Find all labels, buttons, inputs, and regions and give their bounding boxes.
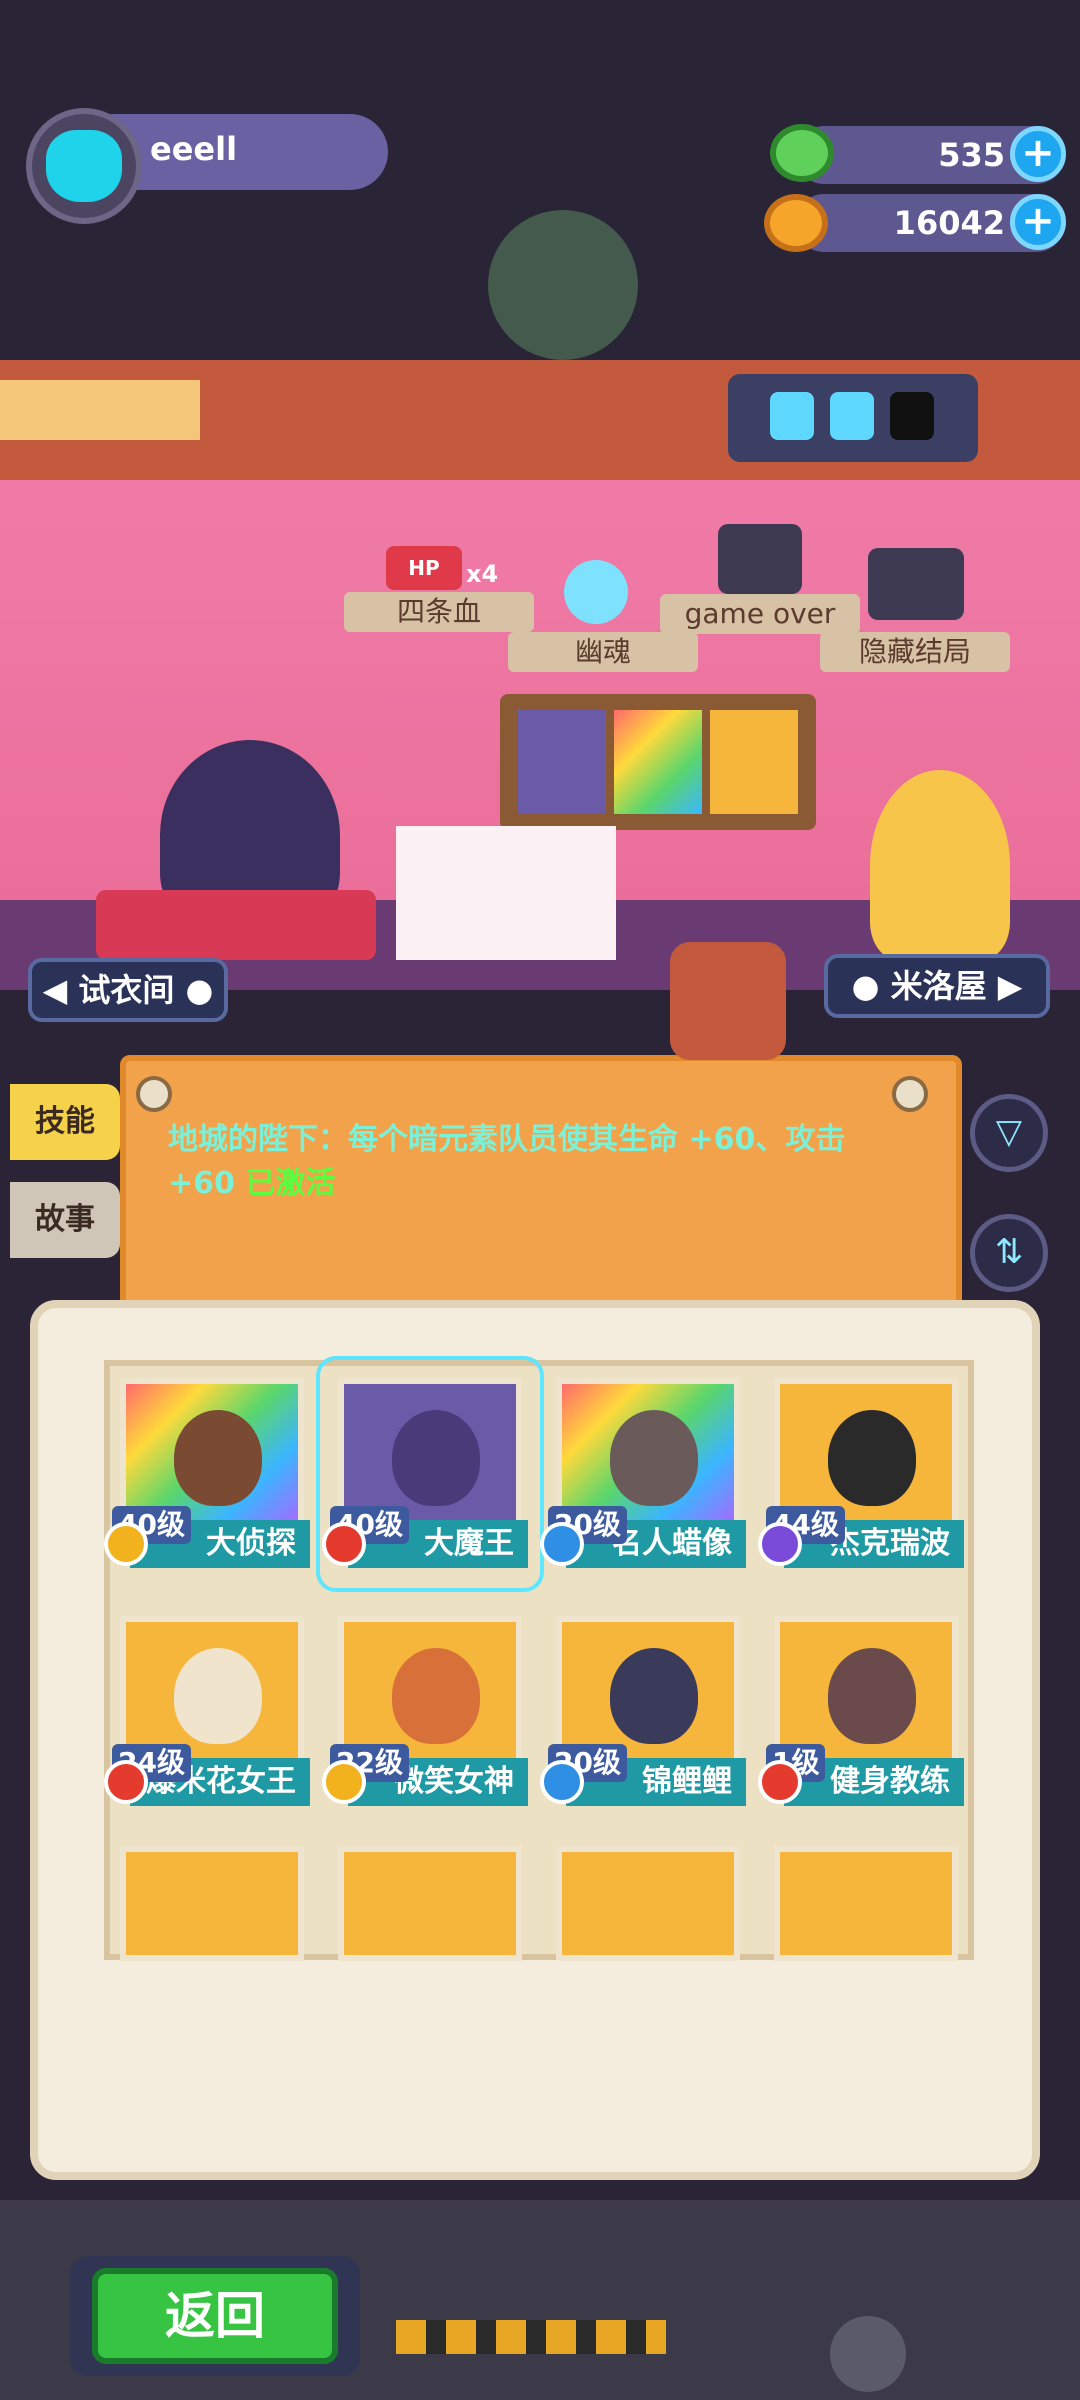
tab-story[interactable]: 故事 (10, 1182, 120, 1258)
shelf-item-ghost[interactable]: 幽魂 (508, 632, 698, 672)
milo-house-button[interactable]: ● 米洛屋 ▶ (824, 954, 1050, 1018)
portrait (518, 710, 606, 814)
dresser (396, 826, 616, 960)
gear-icon (830, 2316, 906, 2392)
energy-cell-icon (830, 392, 874, 440)
shelf-item-game-over[interactable]: game over (660, 594, 860, 634)
shelf-item-four-hp[interactable]: 四条血 (344, 592, 534, 632)
vent-panel (0, 380, 200, 440)
chat-sign-icon[interactable] (670, 942, 786, 1060)
rivet-icon (892, 1076, 928, 1112)
skill-status: 已激活 (245, 1166, 336, 1201)
sort-button[interactable]: ⇅ (970, 1214, 1048, 1292)
character-grid (104, 1360, 974, 1960)
tab-skill[interactable]: 技能 (10, 1084, 120, 1160)
blonde-character[interactable] (870, 770, 1010, 960)
fitting-room-button[interactable]: ◀ 试衣间 ● (28, 958, 228, 1022)
currency-value-2: 16042 (893, 204, 1005, 242)
hazard-stripe (396, 2320, 666, 2354)
back-button[interactable]: 返回 (92, 2268, 338, 2364)
throne (96, 890, 376, 960)
hp-multiplier: x4 (466, 560, 499, 588)
currency-value-1: 535 (938, 136, 1005, 174)
portrait (710, 710, 798, 814)
gear-icon (488, 210, 638, 360)
tv-icon (868, 548, 964, 620)
portrait (614, 710, 702, 814)
ghost-skull-icon (564, 560, 628, 624)
shelf-item-hidden-ending[interactable]: 隐藏结局 (820, 632, 1010, 672)
rivet-icon (136, 1076, 172, 1112)
empty-energy-cell-icon (890, 392, 934, 440)
hp-badge: HP (386, 546, 462, 590)
skill-description: 地城的陛下：每个暗元素队员使其生命 +60、攻击 +60 已激活 (168, 1118, 898, 1206)
cat-icon (46, 130, 122, 202)
tv-icon (718, 524, 802, 594)
avatar[interactable] (26, 108, 142, 224)
add-currency-button-2[interactable]: + (1010, 194, 1066, 250)
add-currency-button-1[interactable]: + (1010, 126, 1066, 182)
filter-button[interactable]: ▽ (970, 1094, 1048, 1172)
player-name: eeell (150, 130, 238, 168)
energy-cell-icon (770, 392, 814, 440)
